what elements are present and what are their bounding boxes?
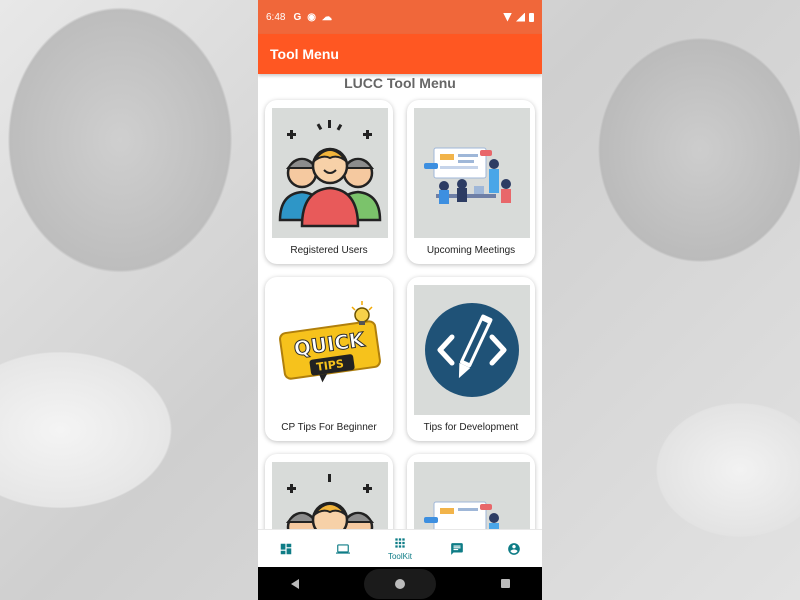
battery-icon	[529, 12, 534, 22]
card-registered-users[interactable]: Registered Users	[265, 100, 393, 264]
bottom-navigation: ToolKit	[258, 529, 542, 567]
page-title: LUCC Tool Menu	[344, 75, 456, 91]
app-bar: Tool Menu	[258, 34, 542, 74]
users-group-illustration	[272, 108, 388, 238]
quick-tips-illustration: QUICK TIPS	[272, 285, 388, 415]
signal-icon	[516, 12, 525, 22]
account-icon	[507, 542, 520, 555]
card-tips-for-development[interactable]: Tips for Development	[407, 277, 535, 441]
grid-icon	[395, 538, 405, 548]
chat-icon	[450, 542, 463, 555]
card-upcoming-meetings-repeat[interactable]	[407, 454, 535, 529]
nav-profile[interactable]	[489, 530, 539, 568]
card-label: CP Tips For Beginner	[281, 422, 377, 433]
wifi-icon	[503, 12, 512, 22]
card-registered-users-repeat[interactable]	[265, 454, 393, 529]
nav-chat[interactable]	[432, 530, 482, 568]
nav-toolkit[interactable]: ToolKit	[375, 530, 425, 568]
card-upcoming-meetings[interactable]: Upcoming Meetings	[407, 100, 535, 264]
system-navigation-bar	[258, 567, 542, 600]
home-button[interactable]	[363, 568, 436, 599]
card-label: Upcoming Meetings	[426, 245, 516, 256]
users-group-illustration	[272, 462, 388, 529]
nav-dashboard[interactable]	[261, 530, 311, 568]
back-icon[interactable]	[290, 578, 299, 589]
card-label: Tips for Development	[423, 422, 519, 433]
card-cp-tips-for-beginner[interactable]: QUICK TIPS CP Tips For Beginner	[265, 277, 393, 441]
card-label: Registered Users	[290, 245, 368, 256]
laptop-icon	[336, 543, 351, 554]
app-bar-title: Tool Menu	[270, 46, 339, 62]
tool-grid: Registered Users Upcoming Meetings QUICK…	[258, 94, 542, 529]
phone-screen: 6:48 G ◉ ☁ Tool Menu LUCC Tool Menu Regi…	[258, 0, 542, 600]
home-icon	[394, 578, 405, 589]
nav-laptop[interactable]	[318, 530, 368, 568]
code-pencil-illustration	[414, 285, 530, 415]
nav-toolkit-label: ToolKit	[387, 552, 412, 561]
status-bar: 6:48 G ◉ ☁	[258, 0, 542, 34]
app-notification-icon: ◉	[307, 11, 316, 23]
meeting-illustration	[414, 108, 530, 238]
meeting-illustration	[414, 462, 530, 529]
recent-apps-icon[interactable]	[500, 579, 510, 588]
dashboard-icon	[281, 543, 292, 554]
status-time: 6:48	[266, 11, 286, 23]
google-icon: G	[293, 11, 302, 23]
cloud-icon: ☁	[321, 11, 332, 23]
